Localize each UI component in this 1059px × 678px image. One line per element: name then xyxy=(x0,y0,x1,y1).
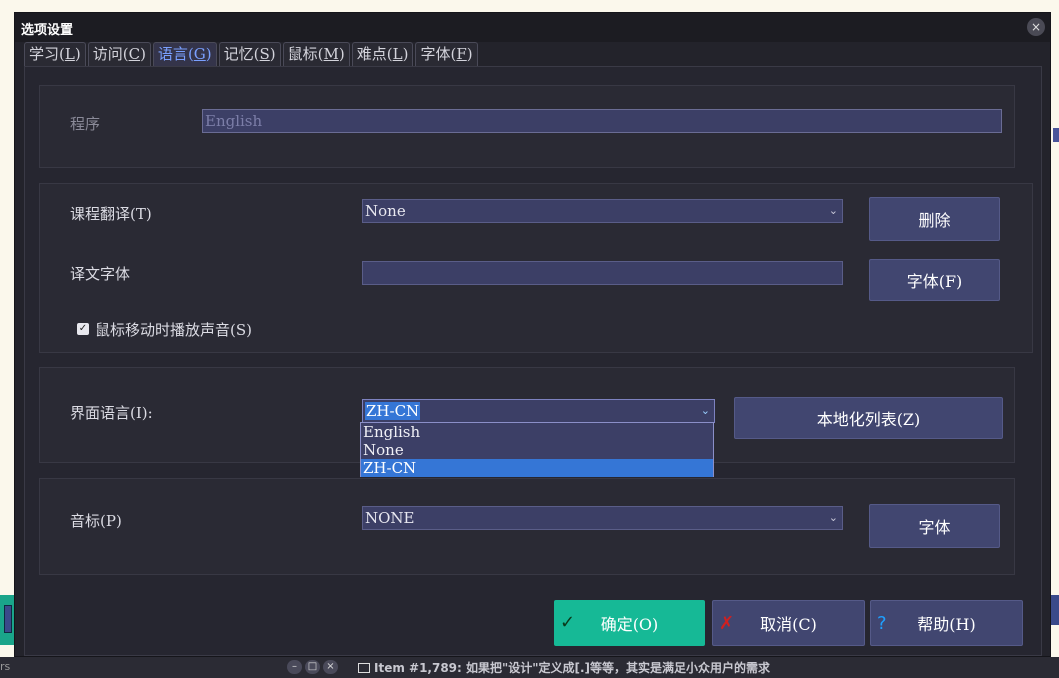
tab-memory[interactable]: 记忆(S) xyxy=(218,42,281,66)
chevron-down-icon: ⌄ xyxy=(828,511,838,524)
ui-language-value: ZH-CN xyxy=(365,402,421,420)
minimize-icon[interactable]: – xyxy=(287,660,302,674)
cross-icon: ✗ xyxy=(719,613,735,634)
statusbar-item-text: Item #1,789: 如果把"设计"定义成[.]等等，其实是满足小众用户的需… xyxy=(358,659,770,676)
ok-label: 确定(O) xyxy=(600,615,659,634)
ok-button[interactable]: ✓ 确定(O) xyxy=(554,600,705,646)
background-window-edge xyxy=(1051,595,1059,625)
mouse-sound-checkbox[interactable]: ✓ xyxy=(77,323,89,335)
tab-font[interactable]: 字体(F) xyxy=(415,42,478,66)
help-button[interactable]: ? 帮助(H) xyxy=(870,600,1023,646)
translation-font-field[interactable] xyxy=(362,261,843,285)
close-small-icon[interactable]: × xyxy=(323,660,338,674)
restore-icon[interactable]: □ xyxy=(305,660,320,674)
mouse-sound-label[interactable]: 鼠标移动时播放声音(S) xyxy=(95,319,252,340)
background-tag xyxy=(1053,128,1059,142)
phonetic-value: NONE xyxy=(365,509,415,527)
language-panel: 程序 English 课程翻译(T) None ⌄ 删除 译文字体 字体(F) … xyxy=(24,66,1042,656)
course-translation-label: 课程翻译(T) xyxy=(70,205,152,223)
background-statusbar: rs – □ × Item #1,789: 如果把"设计"定义成[.]等等，其实… xyxy=(0,657,1059,678)
chevron-down-icon: ⌄ xyxy=(700,404,710,417)
cancel-button[interactable]: ✗ 取消(C) xyxy=(712,600,865,646)
dropdown-option[interactable]: English xyxy=(361,423,713,441)
phonetic-select[interactable]: NONE ⌄ xyxy=(362,506,843,530)
dialog-titlebar[interactable]: 选项设置 × xyxy=(15,13,1050,42)
options-dialog: 选项设置 × 学习(L) 访问(C) 语言(G) 记忆(S) 鼠标(M) 难点(… xyxy=(14,12,1051,657)
ui-language-select[interactable]: ZH-CN ⌄ xyxy=(362,399,715,423)
phonetic-label: 音标(P) xyxy=(70,512,122,530)
statusbar-controls[interactable]: – □ × xyxy=(287,660,338,674)
tab-difficulty[interactable]: 难点(L) xyxy=(351,42,414,66)
ui-language-dropdown-list: English None ZH-CN xyxy=(360,422,714,477)
close-button[interactable]: × xyxy=(1027,18,1045,36)
program-field: English xyxy=(202,109,1002,133)
tab-access[interactable]: 访问(C) xyxy=(87,42,151,66)
program-group: 程序 English xyxy=(39,85,1015,168)
program-label: 程序 xyxy=(70,115,101,133)
dialog-title: 选项设置 xyxy=(21,23,74,38)
translation-font-label: 译文字体 xyxy=(70,265,131,283)
tab-language[interactable]: 语言(G) xyxy=(152,42,217,66)
phonetic-font-button[interactable]: 字体 xyxy=(869,504,1000,548)
help-label: 帮助(H) xyxy=(917,615,976,634)
item-icon xyxy=(358,663,370,673)
course-translation-select[interactable]: None ⌄ xyxy=(362,199,843,223)
localize-list-button[interactable]: 本地化列表(Z) xyxy=(734,397,1003,439)
tab-mouse[interactable]: 鼠标(M) xyxy=(282,42,350,66)
chevron-down-icon: ⌄ xyxy=(828,204,838,217)
phonetic-group: 音标(P) NONE ⌄ 字体 xyxy=(39,478,1015,575)
statusbar-item-label: Item #1,789: 如果把"设计"定义成[.]等等，其实是满足小众用户的需… xyxy=(374,661,771,675)
ui-language-label: 界面语言(I): xyxy=(70,404,153,422)
dropdown-option[interactable]: None xyxy=(361,441,713,459)
translation-font-button[interactable]: 字体(F) xyxy=(869,259,1000,301)
cancel-label: 取消(C) xyxy=(760,615,817,634)
delete-button[interactable]: 删除 xyxy=(869,197,1000,241)
statusbar-left-text: rs xyxy=(0,660,11,673)
translation-group: 课程翻译(T) None ⌄ 删除 译文字体 字体(F) ✓ 鼠标移动时播放声音… xyxy=(39,183,1033,353)
tab-study[interactable]: 学习(L) xyxy=(24,42,86,66)
course-translation-value: None xyxy=(365,202,406,220)
checkmark-icon: ✓ xyxy=(560,612,576,633)
tab-bar: 学习(L) 访问(C) 语言(G) 记忆(S) 鼠标(M) 难点(L) 字体(F… xyxy=(24,42,480,67)
question-icon: ? xyxy=(877,613,887,634)
dropdown-option-selected[interactable]: ZH-CN xyxy=(361,459,713,477)
